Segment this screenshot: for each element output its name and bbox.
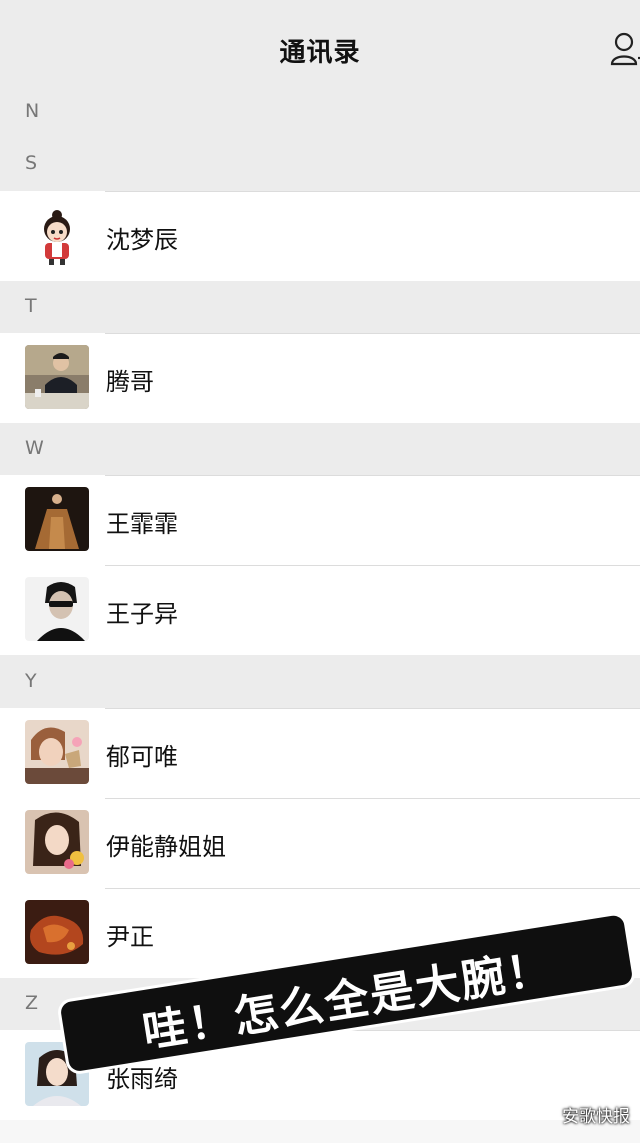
contact-name: 伊能静姐姐 <box>106 833 226 861</box>
contact-row-shen[interactable]: 沈梦辰 <box>0 191 640 281</box>
contact-name: 王霏霏 <box>106 510 178 538</box>
avatar-cartoon-girl <box>25 203 89 267</box>
page-title: 通讯录 <box>279 38 361 68</box>
contact-name: 腾哥 <box>106 368 154 396</box>
divider <box>105 191 640 192</box>
avatar-photo-woman-gown <box>25 487 89 551</box>
divider <box>105 798 640 799</box>
section-label: S <box>25 152 38 174</box>
section-label: N <box>25 100 40 122</box>
bottom-bar <box>0 1120 640 1143</box>
navigation-bar: 通讯录 <box>0 0 640 87</box>
avatar-photo-food-dish <box>25 900 89 964</box>
divider <box>105 708 640 709</box>
avatar-photo-woman-flowers <box>25 810 89 874</box>
contact-row-wangfei[interactable]: 王霏霏 <box>0 475 640 565</box>
section-header-s: S <box>0 138 640 190</box>
section-header-n: N <box>0 86 640 138</box>
watermark: 安歌快报 <box>562 1107 630 1127</box>
section-label: T <box>25 295 37 317</box>
contact-name: 王子异 <box>106 600 178 628</box>
add-contact-icon[interactable] <box>610 30 640 70</box>
section-label: Y <box>25 670 37 692</box>
contact-row-yu[interactable]: 郁可唯 <box>0 708 640 798</box>
section-label: Z <box>25 992 39 1014</box>
contact-row-yi[interactable]: 伊能静姐姐 <box>0 798 640 888</box>
contact-name: 尹正 <box>106 923 154 951</box>
section-header-w: W <box>0 423 640 475</box>
contact-name: 沈梦辰 <box>106 226 178 254</box>
avatar-photo-woman-wine <box>25 720 89 784</box>
contact-row-wangzi[interactable]: 王子异 <box>0 565 640 655</box>
contact-row-teng[interactable]: 腾哥 <box>0 333 640 423</box>
section-label: W <box>25 437 44 459</box>
divider <box>105 565 640 566</box>
avatar-photo-man-sunglasses <box>25 577 89 641</box>
avatar-photo-man-at-desk <box>25 345 89 409</box>
divider <box>105 333 640 334</box>
divider <box>105 475 640 476</box>
contact-name: 郁可唯 <box>106 743 178 771</box>
divider <box>105 888 640 889</box>
section-header-y: Y <box>0 656 640 708</box>
section-header-t: T <box>0 281 640 333</box>
